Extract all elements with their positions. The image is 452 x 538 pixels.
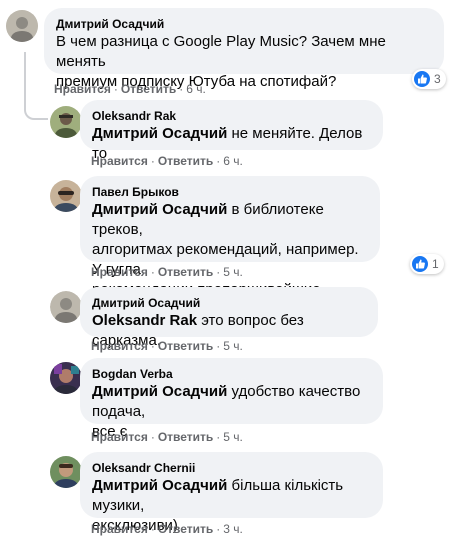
comment-timestamp[interactable]: 5 ч.: [223, 339, 243, 353]
avatar[interactable]: [50, 106, 82, 138]
comment-bubble: Дмитрий Осадчий В чем разница с Google P…: [44, 8, 444, 90]
comment-timestamp[interactable]: 3 ч.: [223, 522, 243, 536]
comment-author[interactable]: Oleksandr Chernii: [92, 460, 371, 476]
like-icon: [412, 256, 428, 272]
separator-dot: ·: [216, 522, 221, 536]
separator-dot: ·: [150, 430, 155, 444]
avatar[interactable]: [50, 291, 82, 323]
comment-top-level: Дмитрий Осадчий В чем разница с Google P…: [0, 0, 452, 100]
mention-link[interactable]: Дмитрий Осадчий: [92, 201, 227, 218]
mention-link[interactable]: Oleksandr Rak: [92, 312, 197, 329]
reply-button[interactable]: Ответить: [158, 339, 213, 353]
comment-bubble: Павел Брыков Дмитрий Осадчий в библиотек…: [80, 176, 380, 298]
reaction-count: 3: [434, 72, 441, 86]
comment-actions: Нравится · Ответить · 5 ч.: [91, 430, 243, 444]
mention-link[interactable]: Дмитрий Осадчий: [92, 383, 227, 400]
comment-text-line-1: Дмитрий Осадчий в библиотеке треков,: [92, 200, 368, 240]
avatar[interactable]: [6, 10, 38, 42]
comment-actions: Нравится · Ответить · 5 ч.: [91, 339, 243, 353]
like-button[interactable]: Нравится: [54, 82, 111, 96]
comment-bubble: Oleksandr Chernii Дмитрий Осадчий більша…: [80, 452, 383, 534]
comment-author[interactable]: Oleksandr Rak: [92, 108, 371, 124]
like-button[interactable]: Нравится: [91, 265, 148, 279]
comment-author[interactable]: Bogdan Verba: [92, 366, 371, 382]
avatar[interactable]: [50, 456, 82, 488]
comment-author[interactable]: Дмитрий Осадчий: [92, 295, 366, 311]
like-button[interactable]: Нравится: [91, 522, 148, 536]
comment-actions: Нравится · Ответить · 6 ч.: [54, 82, 206, 96]
reaction-count: 1: [432, 257, 439, 271]
separator-dot: ·: [150, 154, 155, 168]
comment-bubble: Oleksandr Rak Дмитрий Осадчий не меняйте…: [80, 100, 383, 162]
reply-button[interactable]: Ответить: [158, 265, 213, 279]
like-button[interactable]: Нравится: [91, 430, 148, 444]
separator-dot: ·: [216, 339, 221, 353]
reply-button[interactable]: Ответить: [121, 82, 176, 96]
like-button[interactable]: Нравится: [91, 154, 148, 168]
comment-timestamp[interactable]: 5 ч.: [223, 265, 243, 279]
reply-button[interactable]: Ответить: [158, 430, 213, 444]
comment-reply: Oleksandr Chernii Дмитрий Осадчий більша…: [0, 452, 452, 538]
like-button[interactable]: Нравится: [91, 339, 148, 353]
avatar[interactable]: [50, 180, 82, 212]
separator-dot: ·: [113, 82, 118, 96]
comment-timestamp[interactable]: 5 ч.: [223, 430, 243, 444]
comment-text-line-1: Дмитрий Осадчий удобство качество подача…: [92, 382, 371, 422]
comment-bubble: Bogdan Verba Дмитрий Осадчий удобство ка…: [80, 358, 383, 440]
avatar[interactable]: [50, 362, 82, 394]
separator-dot: ·: [150, 339, 155, 353]
comment-text-line-1: Дмитрий Осадчий більша кількість музики,: [92, 476, 371, 516]
mention-link[interactable]: Дмитрий Осадчий: [92, 477, 227, 494]
separator-dot: ·: [216, 154, 221, 168]
mention-link[interactable]: Дмитрий Осадчий: [92, 125, 227, 142]
separator-dot: ·: [150, 265, 155, 279]
separator-dot: ·: [216, 430, 221, 444]
comment-text-line-1: В чем разница с Google Play Music? Зачем…: [56, 33, 386, 70]
comment-actions: Нравится · Ответить · 5 ч.: [91, 265, 243, 279]
comment-author[interactable]: Павел Брыков: [92, 184, 368, 200]
reply-button[interactable]: Ответить: [158, 154, 213, 168]
comment-reply: Oleksandr Rak Дмитрий Осадчий не меняйте…: [0, 100, 452, 170]
comment-timestamp[interactable]: 6 ч.: [186, 82, 206, 96]
comment-bubble: Дмитрий Осадчий Oleksandr Rak это вопрос…: [80, 287, 378, 349]
separator-dot: ·: [216, 265, 221, 279]
reaction-count-badge[interactable]: 1: [410, 254, 444, 274]
comment-reply: Bogdan Verba Дмитрий Осадчий удобство ка…: [0, 358, 452, 444]
comment-reply: Дмитрий Осадчий Oleksandr Rak это вопрос…: [0, 287, 452, 353]
separator-dot: ·: [150, 522, 155, 536]
comment-reply: Павел Брыков Дмитрий Осадчий в библиотек…: [0, 176, 452, 298]
comment-actions: Нравится · Ответить · 3 ч.: [91, 522, 243, 536]
reaction-count-badge[interactable]: 3: [412, 69, 446, 89]
reply-button[interactable]: Ответить: [158, 522, 213, 536]
separator-dot: ·: [179, 82, 184, 96]
comment-author[interactable]: Дмитрий Осадчий: [56, 16, 432, 32]
comment-timestamp[interactable]: 6 ч.: [223, 154, 243, 168]
like-icon: [414, 71, 430, 87]
comment-actions: Нравится · Ответить · 6 ч.: [91, 154, 243, 168]
